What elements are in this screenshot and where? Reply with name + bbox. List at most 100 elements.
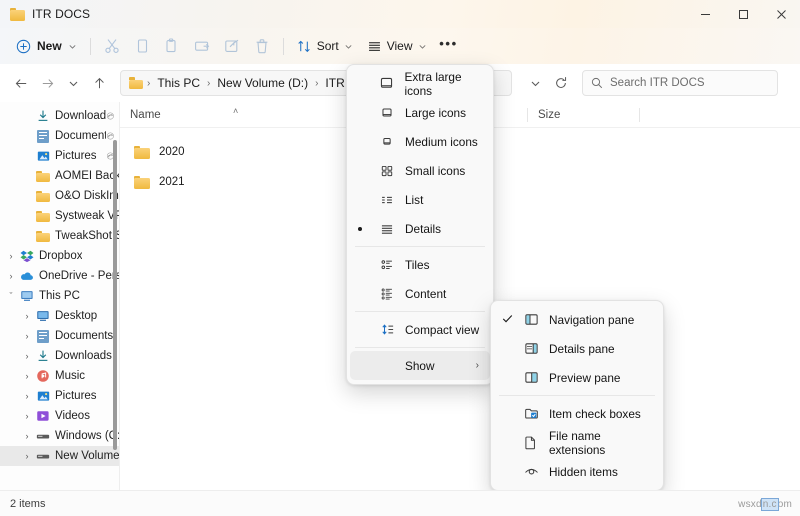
chevron-down-icon: [69, 44, 76, 49]
breadcrumb-item-new-volume[interactable]: New Volume (D:): [214, 76, 311, 90]
sidebar-item-videos[interactable]: › Videos: [0, 406, 120, 426]
expand-chevron-icon[interactable]: ›: [20, 411, 34, 421]
menu-item-label: Navigation pane: [549, 312, 635, 327]
sidebar-item-documents[interactable]: › Documents: [0, 326, 120, 346]
sort-icon: [298, 40, 310, 52]
sidebar-item-pictures[interactable]: › Pictures: [0, 386, 120, 406]
expand-chevron-icon[interactable]: ›: [4, 271, 18, 281]
menu-item-large-icons[interactable]: Large icons: [350, 98, 490, 127]
sidebar-item-windows-c[interactable]: › Windows (C:): [0, 426, 121, 446]
folder-icon: [134, 145, 150, 159]
menu-item-compact-view[interactable]: Compact view: [350, 315, 490, 344]
menu-item-hidden-items[interactable]: Hidden items: [494, 457, 660, 486]
expand-chevron-icon[interactable]: ›: [20, 431, 34, 441]
view-button[interactable]: View: [360, 33, 434, 59]
sidebar-item-downloads[interactable]: Downloads ✆: [0, 106, 120, 126]
menu-item-label: Details: [405, 221, 442, 236]
sidebar-item-tweakshot-scree[interactable]: TweakShot Scree: [0, 226, 120, 246]
expand-chevron-icon[interactable]: ›: [20, 451, 34, 461]
cut-icon[interactable]: [97, 33, 127, 59]
navigation-pane-scrollbar[interactable]: [113, 140, 117, 450]
sidebar-item-desktop[interactable]: › Desktop: [0, 306, 120, 326]
sidebar-item-label: OneDrive - Person: [39, 270, 120, 282]
menu-item-show[interactable]: Show ›: [350, 351, 490, 380]
new-button[interactable]: New: [10, 33, 84, 59]
minimize-icon[interactable]: [686, 0, 724, 28]
forward-arrow-icon[interactable]: [34, 70, 60, 96]
downloads-icon: [34, 109, 52, 123]
menu-item-details-pane[interactable]: Details pane: [494, 334, 660, 363]
sidebar-item-onedrive-person[interactable]: › OneDrive - Person: [0, 266, 121, 286]
menu-item-small-icons[interactable]: Small icons: [350, 156, 490, 185]
expand-chevron-icon[interactable]: ›: [4, 251, 18, 261]
expand-chevron-icon[interactable]: ›: [20, 311, 34, 321]
menu-item-label: List: [405, 192, 424, 207]
menu-item-label: Item check boxes: [549, 406, 641, 421]
sidebar-item-pictures[interactable]: Pictures ✆: [0, 146, 120, 166]
close-icon[interactable]: [762, 0, 800, 28]
view-icon: [368, 41, 380, 51]
menu-item-label: Extra large icons: [404, 69, 462, 98]
expand-chevron-icon[interactable]: ›: [20, 351, 34, 361]
sidebar-item-label: Pictures: [55, 390, 97, 402]
file-name: 2020: [159, 146, 185, 158]
sidebar-item-documents[interactable]: Documents✆: [0, 126, 120, 146]
search-icon: [591, 77, 603, 89]
extra-large-icons-icon: [378, 76, 396, 92]
menu-item-navigation-pane[interactable]: Navigation pane: [494, 305, 660, 334]
sidebar-item-this-pc[interactable]: ˇ This PC: [0, 286, 120, 306]
delete-icon[interactable]: [247, 33, 277, 59]
expand-chevron-icon[interactable]: ›: [20, 371, 34, 381]
sidebar-item-new-volume-d[interactable]: › New Volume (D:: [0, 446, 120, 466]
sort-button[interactable]: Sort: [290, 33, 360, 59]
menu-item-file-name-extensions[interactable]: File name extensions: [494, 428, 660, 457]
thispc-icon: [18, 289, 36, 303]
expand-chevron-icon[interactable]: ›: [20, 331, 34, 341]
more-options-button[interactable]: •••: [434, 33, 464, 59]
expand-chevron-icon[interactable]: ›: [20, 391, 34, 401]
menu-item-extra-large-icons[interactable]: Extra large icons: [350, 69, 490, 98]
column-header-name[interactable]: Name: [120, 102, 368, 128]
sidebar-item-aomei-backupp[interactable]: AOMEI Backupp: [0, 166, 120, 186]
sidebar-item-o-o-diskimage[interactable]: O&O DiskImage: [0, 186, 120, 206]
sidebar-item-dropbox[interactable]: › Dropbox: [0, 246, 120, 266]
search-placeholder: Search ITR DOCS: [610, 77, 705, 89]
menu-item-details[interactable]: Details: [350, 214, 490, 243]
paste-icon[interactable]: [157, 33, 187, 59]
address-dropdown-icon[interactable]: [522, 70, 548, 96]
recent-locations-icon[interactable]: [60, 70, 86, 96]
music-icon: [34, 369, 52, 383]
column-header-size[interactable]: Size: [528, 102, 640, 128]
watermark-prefix: wsxd: [738, 499, 762, 510]
back-arrow-icon[interactable]: [8, 70, 34, 96]
item-count-label: 2 items: [10, 497, 46, 510]
rename-icon[interactable]: [187, 33, 217, 59]
menu-item-label: Show: [405, 358, 435, 373]
expand-chevron-icon[interactable]: ˇ: [4, 291, 18, 301]
sort-button-label: Sort: [316, 39, 339, 53]
sidebar-item-label: AOMEI Backupp: [55, 170, 120, 182]
refresh-icon[interactable]: [548, 70, 574, 96]
menu-item-label: File name extensions: [548, 428, 606, 457]
search-input[interactable]: Search ITR DOCS: [582, 70, 778, 96]
sidebar-item-systweak-vpn[interactable]: Systweak VPN: [0, 206, 120, 226]
medium-icons-icon: [378, 134, 396, 150]
menu-item-item-check-boxes[interactable]: Item check boxes: [494, 399, 660, 428]
toolbar-divider-2: [282, 37, 284, 55]
menu-item-preview-pane[interactable]: Preview pane: [494, 363, 660, 392]
videos-icon: [34, 409, 52, 423]
breadcrumb-item-this-pc[interactable]: This PC: [154, 76, 203, 90]
up-arrow-icon[interactable]: [86, 70, 112, 96]
share-icon[interactable]: [217, 33, 247, 59]
sidebar-item-music[interactable]: › Music: [0, 366, 120, 386]
desktop-icon: [34, 309, 52, 323]
menu-separator: [355, 311, 485, 312]
menu-item-content[interactable]: Content: [350, 279, 490, 308]
menu-item-list[interactable]: List: [350, 185, 490, 214]
toolbar-divider: [89, 37, 91, 55]
menu-item-medium-icons[interactable]: Medium icons: [350, 127, 490, 156]
sidebar-item-downloads[interactable]: › Downloads: [0, 346, 120, 366]
maximize-icon[interactable]: [724, 0, 762, 28]
copy-icon[interactable]: [127, 33, 157, 59]
menu-item-tiles[interactable]: Tiles: [350, 250, 490, 279]
